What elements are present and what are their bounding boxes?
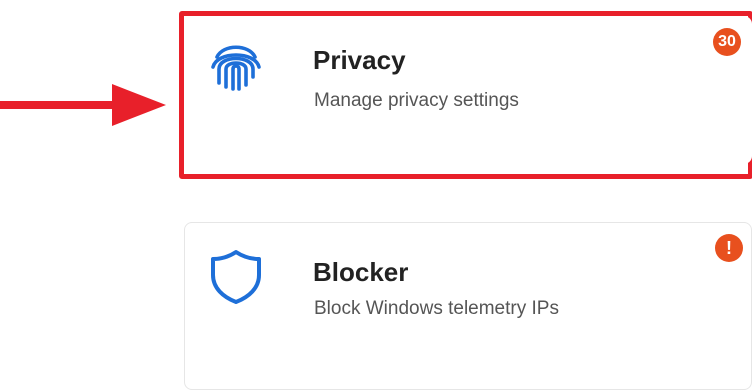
- blocker-description: Block Windows telemetry IPs: [314, 298, 559, 319]
- notification-count-badge: 30: [713, 28, 741, 56]
- alert-badge: !: [715, 234, 743, 262]
- privacy-title: Privacy: [313, 45, 406, 75]
- shield-icon: [211, 250, 261, 304]
- blocker-card[interactable]: Blocker Block Windows telemetry IPs !: [184, 222, 752, 390]
- fingerprint-icon: [211, 45, 261, 91]
- blocker-title: Blocker: [313, 257, 409, 287]
- privacy-description: Manage privacy settings: [314, 90, 519, 111]
- privacy-card[interactable]: Privacy Manage privacy settings 30: [184, 16, 752, 164]
- pointer-arrow: [0, 84, 166, 126]
